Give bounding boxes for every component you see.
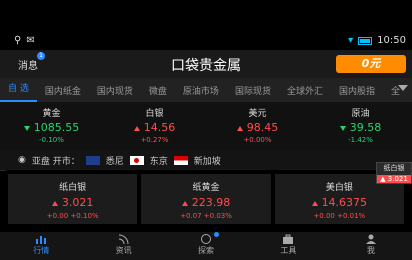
chevron-down-icon[interactable]	[398, 85, 408, 91]
search-icon: ⚲	[14, 35, 22, 46]
toolbox-icon	[283, 234, 294, 244]
card-paper-gold[interactable]: 纸黄金 223.98 +0.07 +0.03%	[141, 174, 271, 224]
quote-crude-oil[interactable]: 原油 39.58 -1.42%	[309, 102, 412, 150]
arrow-up-icon	[311, 200, 318, 206]
quote-change: +0.27%	[140, 136, 169, 144]
tooltip-value: 3.021	[387, 175, 408, 183]
tooltip-name: 纸白银	[383, 164, 405, 172]
promo-logo[interactable]: 0元	[336, 55, 406, 73]
arrow-up-icon: ▲	[380, 175, 386, 183]
user-icon	[365, 234, 376, 244]
tab-micro[interactable]: 微盘	[141, 84, 175, 97]
tab-domestic-index[interactable]: 国内股指	[331, 84, 383, 97]
quote-silver[interactable]: 白银 14.56 +0.27%	[103, 102, 206, 150]
card-change: +0.07 +0.03%	[180, 212, 232, 220]
battery-icon	[358, 36, 373, 45]
market-city: 悉尼	[105, 156, 124, 167]
arrow-up-icon	[181, 200, 188, 206]
arrow-up-icon	[133, 125, 140, 131]
quote-name: 白银	[145, 109, 164, 119]
tab-domestic-spot[interactable]: 国内现货	[89, 84, 141, 97]
card-paper-silver[interactable]: 纸白银 3.021 +0.00 +0.10%	[8, 174, 138, 224]
arrow-up-icon	[236, 125, 243, 131]
nav-label: 工具	[280, 246, 297, 255]
nav-tools[interactable]: 工具	[247, 232, 329, 260]
quote-price: 14.56	[143, 121, 176, 134]
globe-icon: ◉	[18, 155, 26, 165]
clock: 10:50	[377, 35, 406, 46]
nav-label: 行情	[33, 246, 50, 255]
quote-change: -0.10%	[39, 136, 64, 144]
nav-news[interactable]: 资讯	[82, 232, 164, 260]
market-session-bar: ◉ 亚盘 开市： 悉尼 东京 新加坡	[0, 150, 412, 170]
nav-me[interactable]: 我	[330, 232, 412, 260]
quote-name: 美元	[248, 109, 267, 119]
category-tabs: 自 选 国内纸金 国内现货 微盘 原油市场 国际现货 全球外汇 国内股指 全	[0, 78, 412, 102]
tab-crude-oil[interactable]: 原油市场	[175, 84, 227, 97]
japan-flag-icon	[129, 155, 144, 165]
nav-quotes[interactable]: 行情	[0, 232, 82, 260]
quote-change: -1.42%	[348, 136, 373, 144]
quote-change: +0.00%	[243, 136, 272, 144]
card-price: 223.98	[191, 196, 231, 209]
market-city: 新加坡	[193, 156, 221, 167]
floating-price-tag[interactable]: 纸白银 ▲ 3.021	[376, 162, 412, 184]
quote-price: 39.58	[349, 121, 382, 134]
singapore-flag-icon	[173, 155, 188, 165]
arrow-up-icon	[51, 200, 58, 206]
card-name: 纸白银	[59, 183, 87, 193]
quote-price: 1085.55	[33, 121, 80, 134]
quote-name: 原油	[351, 109, 370, 119]
bottom-navigation: 行情 资讯 探索 工具 我	[0, 232, 412, 260]
app-header: 消息 1 口袋贵金属 0元	[0, 50, 412, 78]
nav-explore[interactable]: 探索	[165, 232, 247, 260]
tab-favorites[interactable]: 自 选	[0, 78, 37, 102]
quote-price: 98.45	[246, 121, 279, 134]
quote-gold[interactable]: 黄金 1085.55 -0.10%	[0, 102, 103, 150]
product-cards: 纸白银 3.021 +0.00 +0.10% 纸黄金 223.98 +0.07 …	[8, 174, 404, 224]
card-change: +0.00 +0.10%	[46, 212, 99, 220]
notification-dot	[214, 232, 220, 237]
arrow-down-icon	[339, 125, 346, 131]
rss-icon	[118, 234, 129, 244]
card-change: +0.00 +0.01%	[313, 212, 366, 220]
nav-label: 资讯	[115, 246, 132, 255]
nav-label: 探索	[198, 246, 215, 255]
tab-international-spot[interactable]: 国际现货	[227, 84, 279, 97]
quote-strip: 黄金 1085.55 -0.10% 白银 14.56 +0.27% 美元 98.…	[0, 102, 412, 150]
card-price: 3.021	[61, 196, 94, 209]
card-price: 14.6375	[321, 196, 368, 209]
tab-domestic-paper-gold[interactable]: 国内纸金	[37, 84, 89, 97]
wifi-icon: ▾	[348, 35, 354, 46]
nav-label: 我	[366, 246, 375, 255]
compass-icon	[201, 234, 212, 244]
arrow-down-icon	[23, 125, 30, 131]
australia-flag-icon	[85, 155, 100, 165]
card-name: 纸黄金	[192, 183, 220, 193]
market-city: 东京	[149, 156, 168, 167]
tab-global-forex[interactable]: 全球外汇	[279, 84, 331, 97]
status-bar: ⚲ ✉ ▾ 10:50	[0, 32, 412, 50]
market-label: 亚盘 开市：	[31, 156, 80, 167]
chart-icon	[36, 236, 47, 244]
notification-icon: ✉	[26, 35, 35, 46]
quote-usd[interactable]: 美元 98.45 +0.00%	[206, 102, 309, 150]
quote-name: 黄金	[42, 109, 61, 119]
